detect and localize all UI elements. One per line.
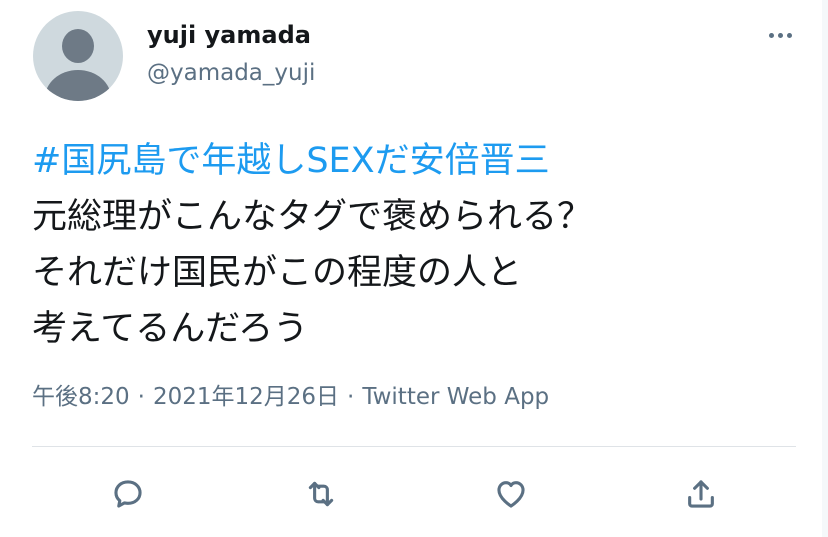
share-button[interactable] — [679, 472, 723, 516]
avatar-head-shape — [62, 29, 94, 63]
meta-separator: · — [347, 384, 355, 410]
more-options-button[interactable] — [760, 20, 800, 50]
tweet-text-line: 考えてるんだろう — [32, 309, 309, 349]
tweet-source[interactable]: Twitter Web App — [362, 384, 549, 410]
action-bar — [0, 466, 828, 522]
tweet-time[interactable]: 午後8:20 — [32, 384, 130, 410]
more-horizontal-icon — [768, 32, 774, 38]
author-display-name[interactable]: yuji yamada — [147, 20, 311, 50]
tweet-date[interactable]: 2021年12月26日 — [153, 384, 339, 410]
heart-icon — [497, 481, 525, 508]
retweet-button[interactable] — [299, 472, 343, 516]
divider — [32, 446, 796, 447]
tweet-text-line: 元総理がこんなタグで褒められる？ — [32, 197, 593, 237]
meta-separator: · — [137, 384, 145, 410]
tweet-text: #国尻島で年越しSEXだ安倍晋三 元総理がこんなタグで褒められる？ それだけ国民… — [32, 133, 792, 357]
tweet-card: yuji yamada @yamada_yuji #国尻島で年越しSEXだ安倍晋… — [0, 0, 828, 537]
author-handle[interactable]: @yamada_yuji — [147, 58, 315, 88]
avatar[interactable] — [33, 11, 123, 101]
scroll-edge — [822, 0, 828, 537]
reply-button[interactable] — [106, 472, 150, 516]
tweet-meta: 午後8:20 · 2021年12月26日 · Twitter Web App — [32, 380, 549, 414]
share-upload-icon — [688, 480, 714, 508]
avatar-body-shape — [45, 70, 111, 101]
retweet-arrows-icon — [308, 481, 334, 507]
tweet-text-line: それだけ国民がこの程度の人と — [32, 253, 523, 293]
hashtag-link[interactable]: #国尻島で年越しSEXだ安倍晋三 — [32, 133, 792, 189]
comment-bubble-icon — [114, 480, 142, 508]
like-button[interactable] — [489, 472, 533, 516]
